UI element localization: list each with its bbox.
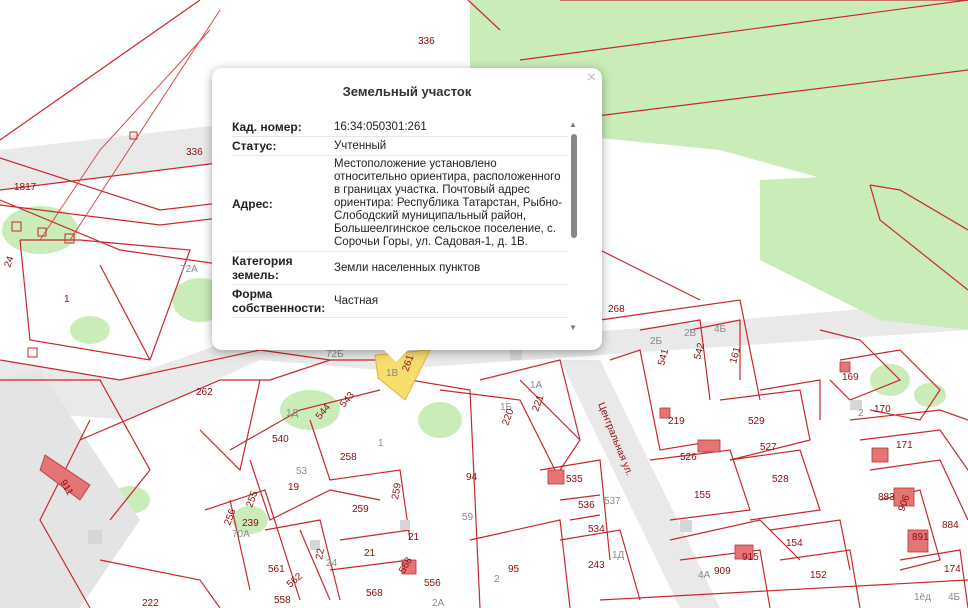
parcel-label: 1 [378,438,384,449]
parcel-label: 537 [604,496,621,507]
parcel-label: 535 [566,474,583,485]
parcel-label: 94 [466,472,478,483]
parcel-info-popup: Земельный участок × Кад. номер: 16:34:05… [212,68,602,350]
parcel-label: 884 [942,520,959,531]
parcel-label: 21 [364,548,376,559]
attribute-value: Учтенный [334,139,387,152]
parcel-label: 909 [714,566,731,577]
parcel-label: 526 [680,452,697,463]
attribute-row: Категория земель: Земли населенных пункт… [232,252,568,285]
parcel-label: 2В [684,328,697,339]
parcel-label: 528 [772,474,789,485]
parcel-label: 24 [326,558,338,569]
parcel-label: 152 [810,570,827,581]
popup-title: Земельный участок [342,84,472,99]
parcel-label: 891 [912,532,929,543]
scroll-up-arrow-icon[interactable]: ▲ [569,120,577,129]
attribute-key: Форма собственности: [232,287,326,315]
parcel-label: 1В [386,368,399,379]
scrollbar-thumb[interactable] [571,134,577,238]
attribute-value: Частная [334,294,379,307]
popup-pointer [382,348,410,362]
parcel-label: 169 [842,372,859,383]
parcel-label: 529 [748,416,765,427]
parcel-label: 155 [694,490,711,501]
attribute-key: Статус: [232,139,277,153]
attribute-value: Местоположение установлено относительно … [334,158,563,248]
parcel-label: 540 [272,434,289,445]
parcel-label: 883 [878,492,895,503]
attribute-key: Адрес: [232,196,273,211]
attribute-value: 16:34:050301:261 [334,120,427,133]
parcel-label: 2А [432,598,445,608]
attribute-key: Категория земель: [232,254,293,282]
parcel-label: 568 [366,588,383,599]
close-icon[interactable]: × [587,70,596,86]
attribute-row: Форма собственности: Частная [232,285,568,318]
parcel-label: 53 [296,466,308,477]
parcel-label: 1817 [14,182,37,193]
parcel-label: 19 [288,482,300,493]
popup-attribute-list: Кад. номер: 16:34:050301:261 Статус: Учт… [232,118,568,338]
parcel-label: 561 [268,564,285,575]
parcel-label: 1 [64,294,70,305]
parcel-label: 21 [408,532,420,543]
parcel-label: 4Б [948,592,961,603]
parcel-label: 174 [944,564,961,575]
parcel-label: 4А [698,570,711,581]
popup-scrollbar[interactable]: ▲ ▼ [568,120,580,332]
parcel-label: 336 [418,36,435,47]
attribute-key: Кад. номер: [232,120,302,134]
parcel-label: 239 [242,518,259,529]
parcel-label: 1А [530,380,543,391]
parcel-label: 170 [874,404,891,415]
parcel-label: 336 [186,147,203,158]
parcel-label: 1Д [286,408,299,419]
parcel-label: 72Б [326,349,344,360]
parcel-label: 259 [352,504,369,515]
scroll-down-arrow-icon[interactable]: ▼ [569,323,577,332]
parcel-label: 59 [462,512,474,523]
parcel-label: 2 [494,574,500,585]
attribute-value: Земли населенных пунктов [334,261,481,274]
parcel-label: 154 [786,538,803,549]
parcel-label: 258 [340,452,357,463]
parcel-label: 534 [588,524,605,535]
parcel-label: 219 [668,416,685,427]
parcel-label: 268 [608,304,625,315]
parcel-label: 1Д [612,550,625,561]
parcel-label: 536 [578,500,595,511]
attribute-row: Кад. номер: 16:34:050301:261 [232,118,568,137]
parcel-label: 222 [142,598,159,608]
parcel-label: 171 [896,440,913,451]
parcel-label: 70А [232,529,250,540]
attribute-row: Статус: Учтенный [232,137,568,156]
parcel-label: 2 [858,408,864,419]
parcel-label: 95 [508,564,520,575]
parcel-label: 556 [424,578,441,589]
parcel-label: 4Б [714,324,727,335]
parcel-label: 558 [274,595,291,606]
attribute-row: Адрес: Местоположение установлено относи… [232,156,568,252]
parcel-label: 262 [196,387,213,398]
parcel-label: 72А [180,264,198,275]
parcel-label: 2Б [650,336,663,347]
parcel-label: 915 [742,552,759,563]
parcel-label: 527 [760,442,777,453]
parcel-label: 243 [588,560,605,571]
parcel-label: 1ёд [914,592,931,603]
